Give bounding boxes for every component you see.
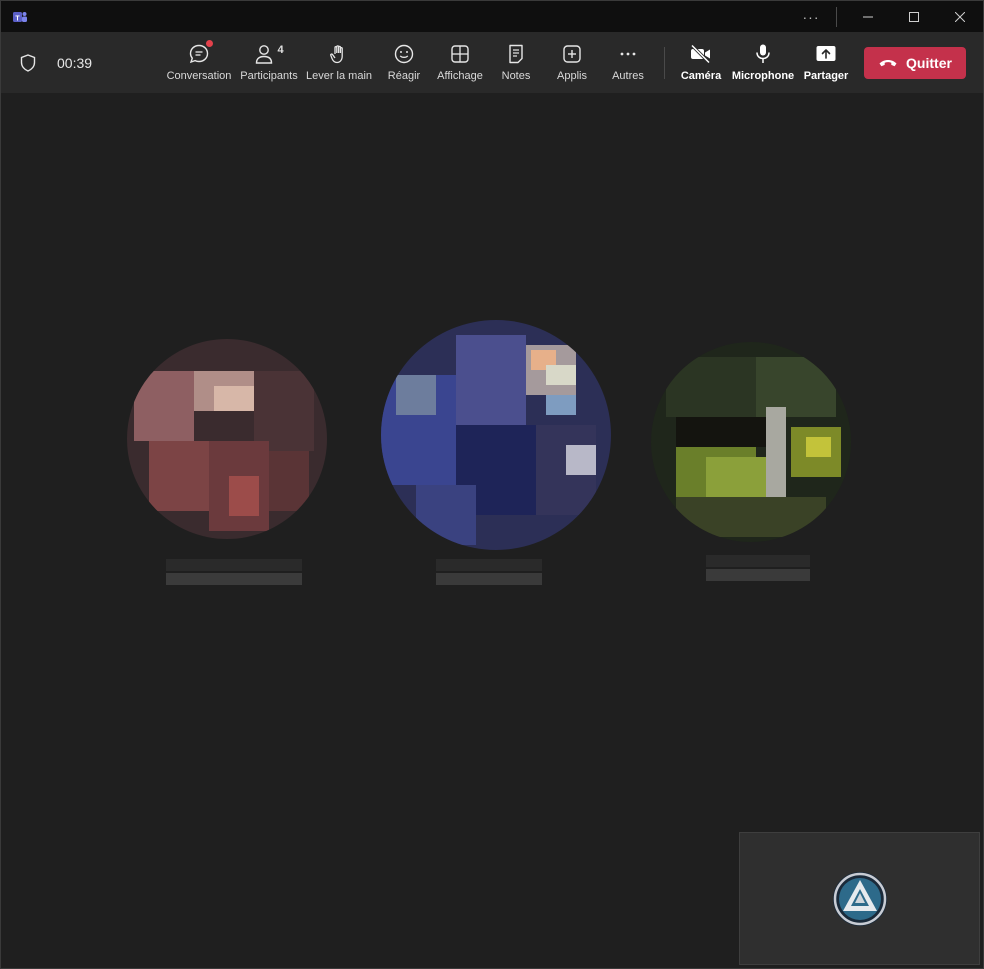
participant-tile[interactable] [646,337,856,581]
window-title [371,9,609,23]
react-label: Réagir [387,70,421,82]
self-view-tile[interactable] [739,832,980,965]
notes-icon [509,44,523,64]
people-icon [256,45,273,64]
window-controls-divider [836,6,837,27]
leave-label: Quitter [906,55,952,71]
teams-logo-icon: T [13,12,27,23]
self-avatar [832,871,887,926]
view-button[interactable]: Affichage [436,42,484,86]
participant-name-redacted [436,559,542,585]
teams-meeting-window: T ··· 00:39 Conversation 4 Participants … [0,0,984,969]
microphone-button[interactable]: Microphone [732,42,794,86]
call-timer: 00:39 [57,55,93,71]
view-label: Affichage [437,70,483,82]
participant-count: 4 [277,44,284,56]
apps-button[interactable]: Applis [554,42,590,86]
leave-button[interactable]: Quitter [864,47,966,79]
meeting-toolbar: 00:39 Conversation 4 Participants Lever … [1,32,983,93]
share-button[interactable]: Partager [804,42,848,86]
participants-button[interactable]: 4 Participants [240,42,298,86]
title-bar: T ··· [1,1,983,32]
raise-hand-icon [330,45,343,64]
participant-tile[interactable] [119,331,335,585]
microphone-label: Microphone [731,70,795,82]
participant-name [436,559,542,585]
microphone-icon [756,44,770,63]
camera-button[interactable]: Caméra [681,42,721,86]
svg-text:T: T [15,16,20,23]
meeting-stage [1,93,984,969]
camera-label: Caméra [680,70,722,82]
participants-label: Participants [240,70,298,82]
participant-avatar [651,342,851,542]
maximize-button[interactable] [891,1,937,32]
share-label: Partager [803,70,849,82]
raise-hand-label: Lever la main [305,70,373,82]
conversation-button[interactable]: Conversation [166,40,232,86]
react-button[interactable]: Réagir [385,42,423,86]
add-app-icon [563,45,581,63]
share-icon [816,46,836,61]
window-controls: ··· [794,1,983,32]
grid-icon [451,45,469,63]
more-button[interactable]: Autres [609,42,647,86]
minimize-icon [863,16,873,17]
toolbar-divider [664,47,665,79]
notes-button[interactable]: Notes [497,42,535,86]
close-icon [955,11,965,22]
conversation-label: Conversation [166,70,232,82]
participant-name [706,555,810,581]
participant-name [166,559,302,585]
smiley-icon [394,44,414,64]
close-button[interactable] [937,1,983,32]
minimize-button[interactable] [845,1,891,32]
more-label: Autres [612,70,644,82]
apps-label: Applis [557,70,587,82]
camera-off-icon [690,44,711,64]
maximize-icon [909,11,919,22]
unread-badge [206,40,213,47]
participant-tile[interactable] [376,315,616,585]
participant-avatar [381,320,611,550]
hang-up-icon [879,59,897,67]
more-icon [620,52,636,56]
notes-label: Notes [501,70,531,82]
participant-avatar [127,339,327,539]
window-more-button[interactable]: ··· [794,9,828,25]
participant-name-redacted [166,559,302,585]
raise-hand-button[interactable]: Lever la main [306,42,372,86]
participant-name-redacted [706,555,810,581]
shield-icon[interactable] [20,54,36,72]
